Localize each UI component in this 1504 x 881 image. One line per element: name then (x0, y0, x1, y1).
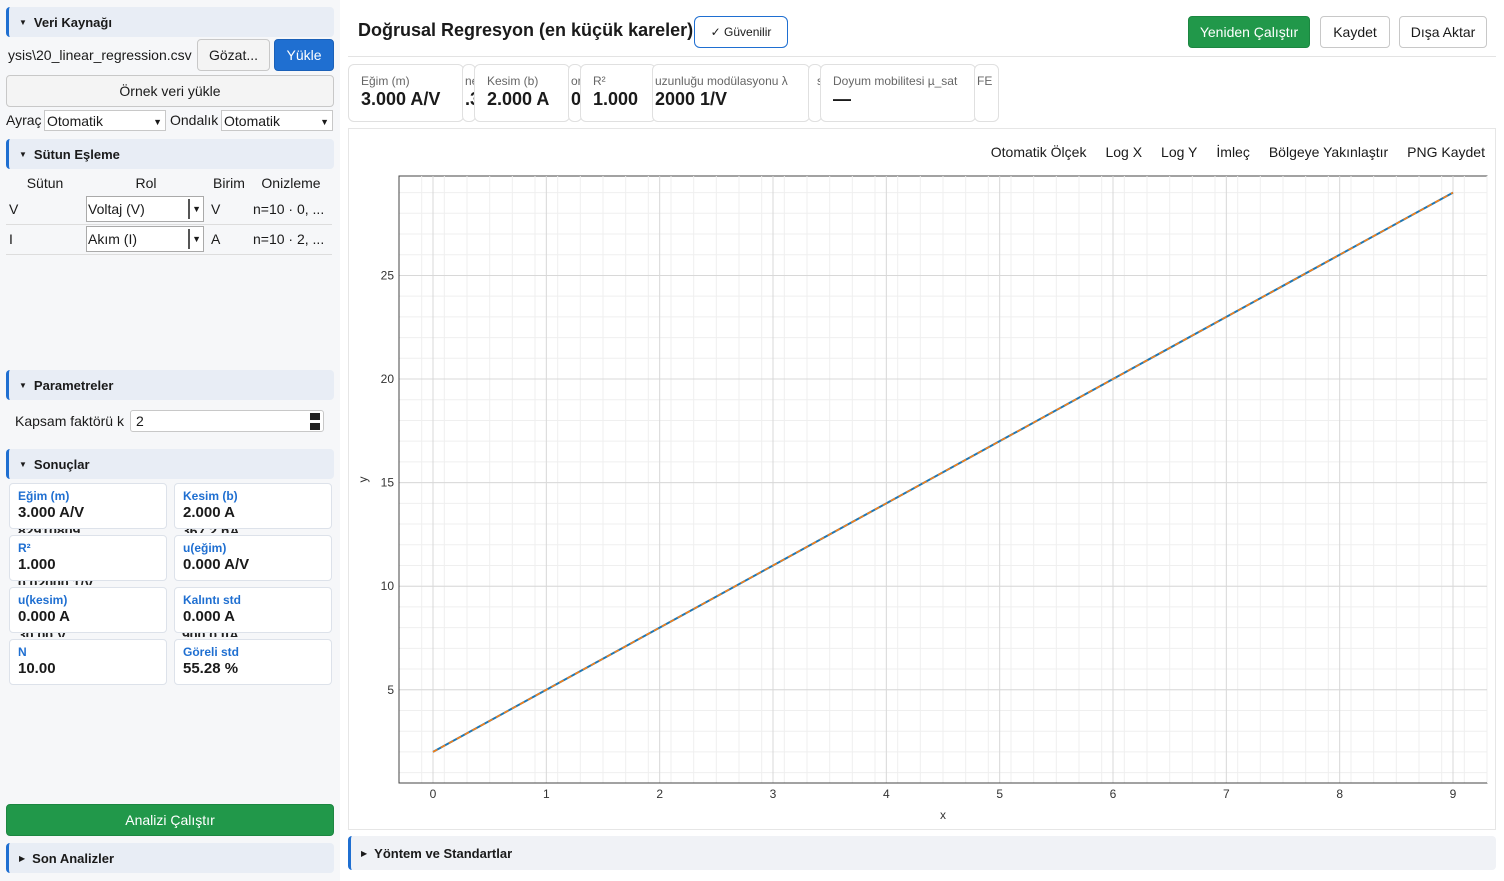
section-methods-standards[interactable]: ▶ Yöntem ve Standartlar (348, 836, 1496, 870)
log-y-button[interactable]: Log Y (1161, 144, 1197, 160)
result-card-residual-std: Kalıntı std 0.000 A (174, 587, 332, 633)
col-header-unit: Birim (213, 175, 245, 191)
col-header-role: Rol (135, 175, 157, 191)
cell-unit[interactable]: V (208, 194, 250, 225)
plot-toolbar: Otomatik Ölçek Log X Log Y İmleç Bölgeye… (971, 129, 1485, 175)
metric-card-fragment: FE (974, 64, 999, 122)
spin-down-icon[interactable] (310, 423, 320, 430)
delimiter-select[interactable]: Otomatik ▼ (44, 110, 166, 131)
result-card-u-intercept: u(kesim) 0.000 A (9, 587, 167, 633)
coverage-factor-input[interactable]: 2 (130, 410, 324, 432)
chevron-right-icon: ▶ (19, 853, 26, 863)
y-tick-label: 20 (381, 372, 395, 386)
chevron-down-icon: ▼ (188, 229, 201, 249)
chevron-down-icon: ▼ (19, 380, 27, 390)
x-tick-label: 1 (543, 787, 550, 801)
coverage-factor-label: Kapsam faktörü k (15, 413, 124, 429)
save-button[interactable]: Kaydet (1320, 16, 1390, 48)
file-path-input[interactable]: ysis\20_linear_regression.csv (6, 40, 194, 70)
log-x-button[interactable]: Log X (1105, 144, 1142, 160)
plot-area[interactable]: 0 1 2 3 4 5 6 7 8 9 5 10 15 20 25 x y Otomatik Ölçek Log… (348, 128, 1496, 830)
zoom-region-button[interactable]: Bölgeye Yakınlaştır (1269, 144, 1388, 160)
autoscale-button[interactable]: Otomatik Ölçek (991, 144, 1087, 160)
y-tick-label: 15 (381, 476, 395, 490)
role-select[interactable]: Voltaj (V) ▼ (86, 195, 204, 222)
chevron-down-icon: ▼ (320, 116, 329, 127)
cell-column: I (6, 224, 84, 255)
table-row: I Akım (I) ▼ A n=10 · 2, ... (6, 224, 332, 255)
x-tick-label: 0 (430, 787, 437, 801)
spin-up-icon[interactable] (310, 413, 320, 420)
x-tick-label: 3 (770, 787, 777, 801)
y-axis-title: y (356, 477, 370, 483)
column-mapping-table: Sütun Rol Birim Onizleme V Voltaj (V) ▼ V… (6, 172, 332, 255)
x-tick-label: 9 (1450, 787, 1457, 801)
delimiter-label: Ayraç (6, 112, 42, 128)
x-axis-title: x (940, 808, 946, 822)
result-card-intercept: Kesim (b) 2.000 A (174, 483, 332, 529)
page-title: Doğrusal Regresyon (en küçük kareler) (358, 20, 694, 40)
run-analysis-button[interactable]: Analizi Çalıştır (6, 804, 334, 836)
x-tick-label: 2 (656, 787, 663, 801)
x-tick-label: 5 (996, 787, 1003, 801)
cell-preview: n=10 · 2, ... (250, 224, 332, 255)
section-data-source[interactable]: ▼ Veri Kaynağı (6, 7, 334, 37)
metric-card-slope: Eğim (m) 3.000 A/V ne (348, 64, 464, 122)
chevron-down-icon: ▼ (188, 198, 201, 219)
cell-column: V (6, 194, 84, 225)
cell-unit[interactable]: A (208, 224, 250, 255)
rerun-button[interactable]: Yeniden Çalıştır (1188, 16, 1310, 48)
load-button[interactable]: Yükle (274, 39, 334, 71)
table-row: V Voltaj (V) ▼ V n=10 · 0, ... (6, 194, 332, 225)
x-tick-label: 4 (883, 787, 890, 801)
result-card-r2: R² 1.000 (9, 535, 167, 581)
load-sample-button[interactable]: Örnek veri yükle (6, 75, 334, 107)
result-card-n: N 10.00 (9, 639, 167, 685)
chevron-down-icon: ▼ (19, 17, 27, 27)
header-divider (348, 56, 1496, 57)
metric-card-r2: R² 1.000 (580, 64, 656, 122)
save-png-button[interactable]: PNG Kaydet (1407, 144, 1485, 160)
decimal-select[interactable]: Otomatik ▼ (221, 110, 333, 131)
chevron-down-icon: ▼ (19, 459, 27, 469)
y-tick-label: 10 (381, 579, 395, 593)
cell-preview: n=10 · 0, ... (250, 194, 332, 225)
x-tick-label: 6 (1110, 787, 1117, 801)
trust-badge[interactable]: ✓ Güvenilir (694, 16, 788, 48)
metric-card-channel-length-mod: uzunluğu modülasyonu λ 2000 1/V (652, 64, 810, 122)
metric-card-sat-mobility: Doyum mobilitesi µ_sat — (820, 64, 976, 122)
result-card-u-slope: u(eğim) 0.000 A/V (174, 535, 332, 581)
section-results[interactable]: ▼ Sonuçlar (6, 449, 334, 479)
regression-chart[interactable]: 0 1 2 3 4 5 6 7 8 9 5 10 15 20 25 x y (349, 129, 1497, 831)
decimal-label: Ondalık (170, 112, 219, 128)
section-recent-analyses[interactable]: ▶ Son Analizler (6, 843, 334, 873)
browse-button[interactable]: Gözat... (197, 39, 270, 71)
metric-card-intercept: Kesim (b) 2.000 A (474, 64, 570, 122)
chevron-down-icon: ▼ (19, 149, 27, 159)
col-header-preview: Onizleme (261, 175, 321, 191)
result-card-slope: Eğim (m) 3.000 A/V (9, 483, 167, 529)
section-parameters[interactable]: ▼ Parametreler (6, 370, 334, 400)
export-button[interactable]: Dışa Aktar (1399, 16, 1487, 48)
y-tick-label: 5 (387, 683, 394, 697)
y-tick-label: 25 (381, 268, 395, 282)
sidebar: ▼ Veri Kaynağı ysis\20_linear_regression.… (0, 0, 340, 881)
section-column-mapping[interactable]: ▼ Sütun Eşleme (6, 139, 334, 169)
role-select[interactable]: Akım (I) ▼ (86, 226, 204, 252)
x-tick-label: 7 (1223, 787, 1230, 801)
result-card-relative-std: Göreli std 55.28 % (174, 639, 332, 685)
col-header-column: Sütun (26, 175, 64, 191)
cursor-button[interactable]: İmleç (1216, 144, 1249, 160)
chevron-right-icon: ▶ (361, 848, 368, 858)
x-tick-label: 8 (1336, 787, 1343, 801)
chevron-down-icon: ▼ (153, 116, 162, 127)
